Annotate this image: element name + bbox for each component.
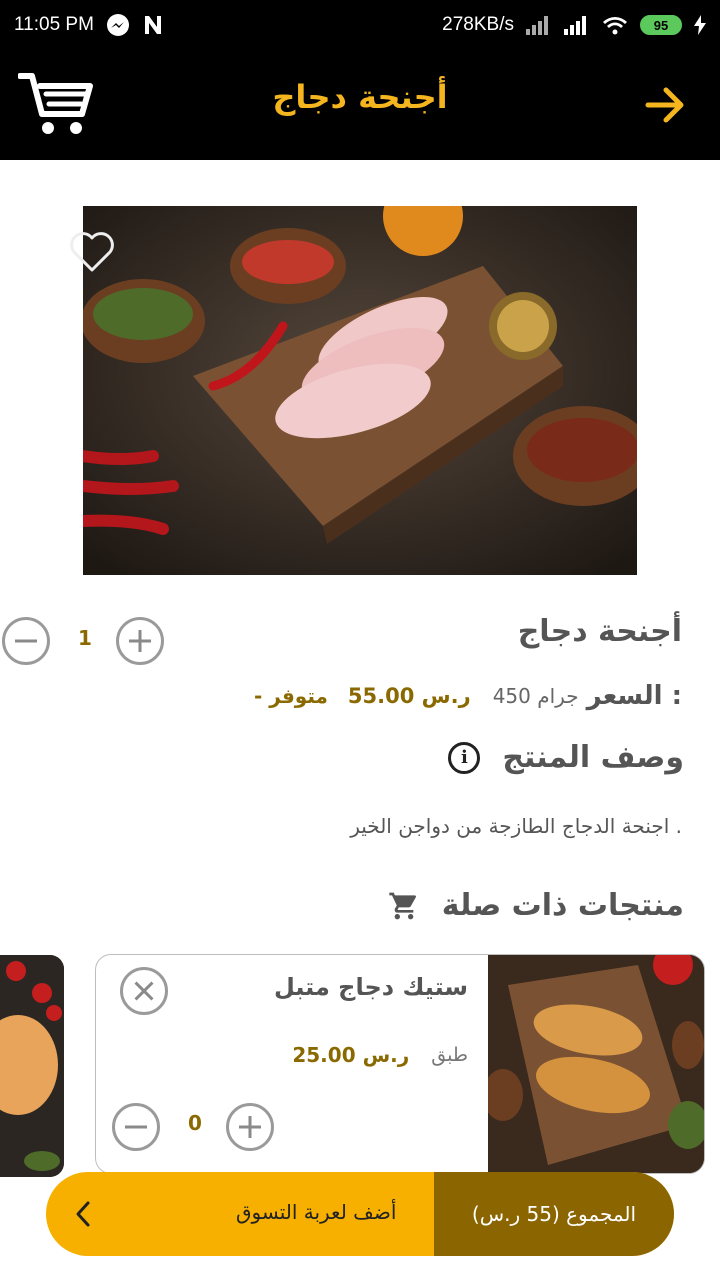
add-to-cart-button[interactable]: أضف لعربة التسوق [236, 1200, 396, 1224]
favorite-heart-icon[interactable] [68, 230, 116, 274]
product-description: اجنحة الدجاج الطازجة من دواجن الخير . [350, 814, 682, 838]
price-label: السعر : [586, 681, 682, 711]
signal-icon [526, 16, 548, 35]
info-icon: i [448, 741, 481, 774]
product-image [83, 206, 637, 575]
wifi-icon [603, 17, 627, 35]
related-quantity-value: 0 [188, 1111, 202, 1135]
status-bar: 11:05 PM 278KB/s 95 [0, 0, 720, 50]
related-product-card[interactable]: ستيك دجاج متبل طبق 25.00 ر.س 0 [95, 954, 705, 1174]
related-title: منتجات ذات صلة [441, 888, 684, 923]
cart-small-icon [389, 892, 416, 919]
charging-icon [694, 15, 706, 35]
battery-icon: 95 [640, 15, 682, 35]
stock-status: - متوفر [254, 684, 328, 708]
decrease-quantity-button[interactable] [2, 617, 50, 665]
arrow-right-icon[interactable] [644, 84, 686, 126]
app-header: أجنحة دجاج [0, 50, 720, 160]
signal-icon-2 [564, 16, 586, 35]
messenger-icon [106, 14, 129, 36]
checkout-bar[interactable]: أضف لعربة التسوق المجموع (55 ر.س) [46, 1172, 674, 1256]
related-decrease-button[interactable] [112, 1103, 160, 1151]
cart-total: المجموع (55 ر.س) [434, 1172, 674, 1256]
remove-item-button[interactable] [120, 967, 168, 1015]
price-row: السعر : 450 جرام 55.00 ر.س - متوفر [254, 678, 682, 714]
related-product-image [483, 955, 704, 1173]
product-price: 55.00 ر.س [347, 684, 471, 708]
related-product-meta: طبق 25.00 ر.س [292, 1043, 468, 1067]
status-time: 11:05 PM [14, 14, 94, 35]
description-title: وصف المنتج [502, 740, 684, 775]
related-heading: منتجات ذات صلة [388, 888, 684, 923]
chevron-left-icon [76, 1201, 90, 1227]
related-increase-button[interactable] [226, 1103, 274, 1151]
related-product-unit: طبق [431, 1044, 468, 1066]
related-product-name: ستيك دجاج متبل [273, 973, 468, 1001]
related-card-previous[interactable] [0, 955, 64, 1177]
related-product-price: 25.00 ر.س [292, 1043, 410, 1067]
quantity-value: 1 [78, 626, 92, 650]
page-title: أجنحة دجاج [272, 78, 448, 116]
product-name: أجنحة دجاج [517, 614, 682, 649]
n-icon [144, 16, 161, 34]
product-weight: 450 جرام [492, 684, 579, 708]
increase-quantity-button[interactable] [116, 617, 164, 665]
description-heading: وصف المنتج i [448, 740, 684, 775]
network-speed: 278KB/s [442, 14, 514, 35]
